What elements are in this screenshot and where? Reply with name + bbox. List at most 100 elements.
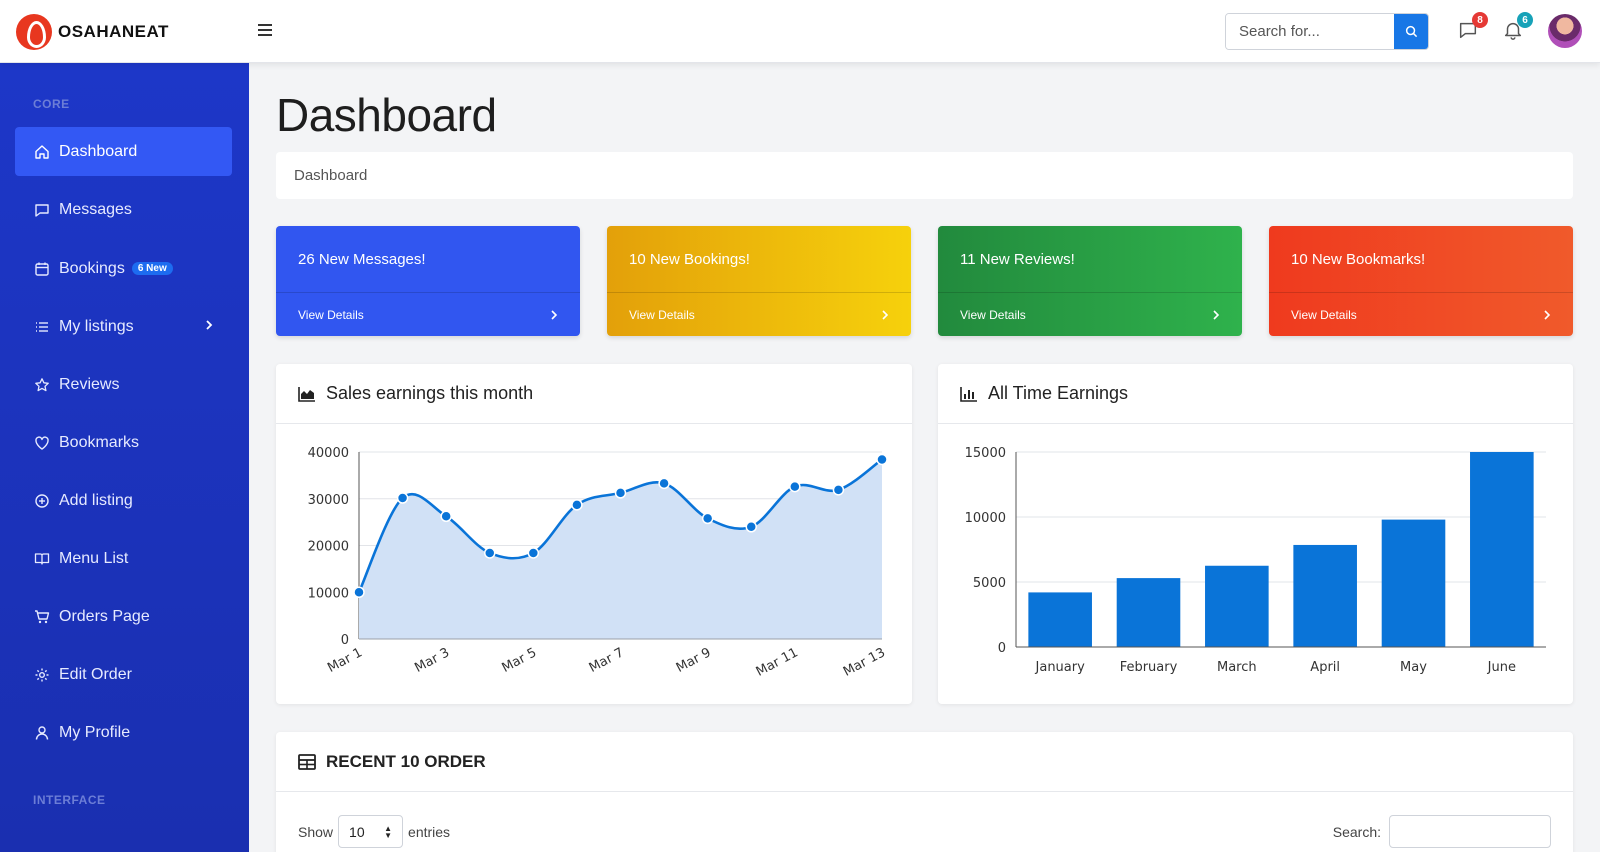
sidebar-item-label: Add listing (59, 491, 133, 509)
y-tick-label: 20000 (308, 540, 349, 555)
earnings-bar-chart: 0 5000 10000 15000 January February March April… (965, 446, 1546, 675)
card-header: All Time Earnings (938, 364, 1573, 424)
menu-toggle-icon[interactable] (258, 24, 272, 36)
x-tick-label: June (1487, 660, 1516, 675)
star-icon (33, 376, 50, 393)
stat-card-bookmarks: 10 New Bookmarks! View Details (1269, 226, 1573, 336)
view-details-link[interactable]: View Details (276, 292, 580, 336)
view-details-label: View Details (1291, 307, 1357, 322)
view-details-link[interactable]: View Details (607, 292, 911, 336)
breadcrumb: Dashboard (276, 152, 1573, 199)
calendar-icon (33, 260, 50, 277)
bar (1116, 578, 1181, 647)
x-tick-label: Mar 9 (674, 645, 714, 676)
chevron-right-icon (882, 309, 889, 320)
entries-label: entries (408, 823, 451, 840)
sidebar-item-dashboard[interactable]: Dashboard (15, 127, 232, 176)
notifications-button[interactable]: 6 (1502, 12, 1533, 43)
data-point (701, 512, 714, 525)
show-label: Show (298, 823, 334, 840)
messages-button[interactable]: 8 (1457, 12, 1488, 43)
sidebar-item-my-listings[interactable]: My listings (15, 302, 232, 351)
table-search-input[interactable] (1389, 815, 1551, 848)
cart-icon (33, 608, 50, 625)
x-tick-label: January (1035, 660, 1086, 675)
bar (1028, 592, 1092, 647)
sidebar-item-bookmarks[interactable]: Bookmarks (15, 418, 232, 467)
x-tick-label: Mar 11 (754, 645, 801, 679)
brand[interactable]: OSAHANEAT (16, 14, 169, 50)
notifications-count-badge: 6 (1517, 12, 1533, 28)
sidebar-item-bookings[interactable]: Bookings 6 New (15, 244, 232, 293)
data-point (396, 492, 409, 504)
table-search: Search: (1333, 815, 1551, 848)
search-button[interactable] (1394, 14, 1428, 49)
sidebar-item-label: My listings (59, 317, 134, 335)
avatar[interactable] (1548, 14, 1582, 48)
data-point (440, 510, 452, 523)
bookings-new-badge: 6 New (131, 262, 173, 275)
list-icon (33, 318, 50, 335)
x-tick-label: Mar 7 (587, 645, 627, 676)
entries-value: 10 (349, 823, 365, 840)
x-tick-label: February (1120, 660, 1178, 675)
chevron-right-icon (551, 309, 558, 320)
table-icon (298, 753, 316, 770)
sidebar-item-add-listing[interactable]: Add listing (15, 476, 232, 525)
sidebar-item-label: Orders Page (59, 607, 150, 625)
sidebar-item-menu-list[interactable]: Menu List (15, 534, 232, 583)
x-tick-label: May (1400, 660, 1427, 675)
y-tick-label: 10000 (308, 586, 349, 601)
brand-logo-icon (16, 14, 52, 50)
message-icon (33, 201, 50, 218)
y-tick-label: 15000 (965, 446, 1006, 461)
sidebar-item-edit-order[interactable]: Edit Order (15, 650, 232, 699)
x-tick-label: Mar 1 (325, 645, 365, 676)
data-point (571, 499, 583, 511)
sidebar-item-messages[interactable]: Messages (15, 185, 232, 234)
breadcrumb-item[interactable]: Dashboard (294, 167, 367, 184)
recent-orders-card: RECENT 10 ORDER Show 10 ▲ ▼ entries Searc… (276, 732, 1573, 852)
card-title: All Time Earnings (988, 383, 1129, 403)
stat-title: 11 New Reviews! (960, 251, 1075, 268)
card-title: Sales earnings this month (326, 383, 534, 403)
sidebar-item-label: My Profile (59, 723, 131, 741)
data-point (484, 547, 496, 559)
user-icon (33, 724, 50, 741)
chevron-right-icon (204, 318, 214, 336)
search-icon (1405, 25, 1417, 38)
stat-title: 10 New Bookings! (629, 251, 750, 268)
stat-card-reviews: 11 New Reviews! View Details (938, 226, 1242, 336)
sidebar: CORE Dashboard Messages Bookings 6 New M… (0, 63, 249, 852)
view-details-label: View Details (629, 307, 695, 322)
data-point (832, 484, 845, 496)
top-search (1225, 13, 1429, 50)
sidebar-item-my-profile[interactable]: My Profile (15, 708, 232, 757)
y-tick-label: 0 (341, 633, 349, 648)
chevron-right-icon (1544, 309, 1551, 320)
x-tick-label: March (1217, 660, 1257, 675)
y-tick-label: 10000 (965, 511, 1006, 526)
search-input[interactable] (1226, 14, 1394, 49)
stat-card-bookings: 10 New Bookings! View Details (607, 226, 911, 336)
sidebar-item-label: Edit Order (59, 665, 132, 683)
view-details-link[interactable]: View Details (1269, 292, 1573, 336)
area-chart-icon (298, 386, 315, 402)
home-icon (33, 143, 50, 160)
bar (1293, 544, 1357, 647)
sidebar-item-reviews[interactable]: Reviews (15, 360, 232, 409)
sidebar-item-label: Reviews (59, 375, 120, 393)
sales-line-chart: 0 10000 20000 30000 40000 Mar 1 Mar 3 Mar 5 Mar … (308, 446, 888, 680)
data-point (614, 487, 627, 499)
data-point (876, 453, 888, 466)
sidebar-item-label: Dashboard (59, 142, 138, 160)
entries-select[interactable]: 10 ▲ ▼ (338, 815, 404, 848)
view-details-label: View Details (960, 307, 1026, 322)
sidebar-item-orders-page[interactable]: Orders Page (15, 592, 232, 641)
y-tick-label: 5000 (973, 576, 1006, 591)
bar (1205, 565, 1269, 647)
table-search-label: Search: (1332, 823, 1381, 840)
book-icon (33, 550, 50, 567)
area-fill (359, 459, 882, 639)
view-details-link[interactable]: View Details (938, 292, 1242, 336)
